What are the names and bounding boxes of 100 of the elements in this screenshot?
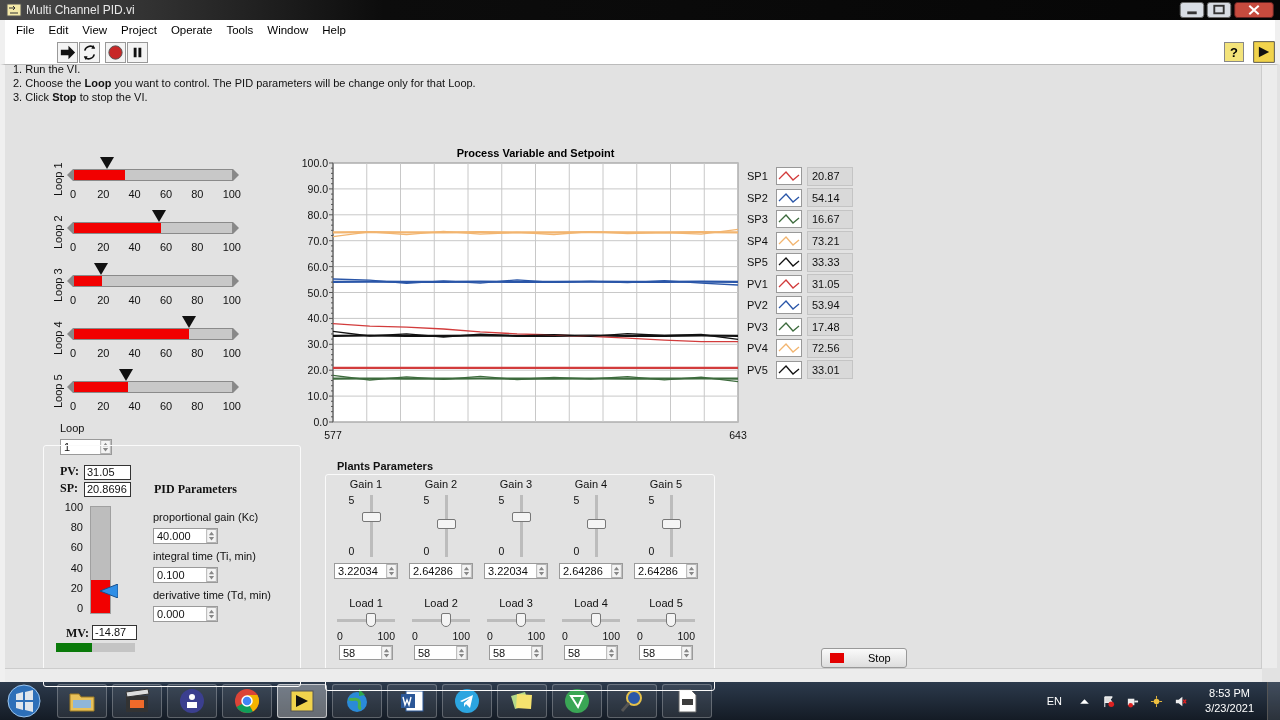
scale-label: 5	[423, 495, 430, 506]
scale-label: 80	[191, 186, 204, 200]
axis-label: 90.0	[307, 182, 328, 195]
legend-label: PV4	[747, 342, 769, 355]
scale-label: 0	[68, 292, 78, 306]
indicator-label: SP:	[60, 481, 78, 496]
reading-display: 16.67	[807, 209, 853, 229]
chart-title: Process Variable and Setpoint	[456, 147, 615, 159]
control-label: Load 1	[349, 596, 383, 610]
reading-display: 33.01	[807, 360, 853, 380]
scale-label: 5	[648, 495, 655, 506]
axis-label: 20.0	[307, 364, 328, 377]
scale-label: 0	[498, 546, 505, 557]
scale-label: 60	[159, 186, 173, 200]
scale-label: 80	[70, 521, 83, 534]
scale-label: 20	[97, 345, 110, 359]
scale-label: 20	[97, 292, 110, 306]
scale-label: 60	[159, 398, 173, 412]
slider-label: Loop 5	[52, 372, 64, 410]
scale-label: 0	[348, 546, 355, 557]
legend-label: SP3	[747, 213, 769, 226]
scale-label: 20	[97, 186, 110, 200]
control-label: Load 3	[499, 596, 533, 610]
scale-label: 60	[159, 239, 173, 253]
axis-label: 10.0	[307, 390, 328, 403]
indicator-display: -14.87	[92, 625, 137, 640]
axis-label: 50.0	[307, 286, 328, 299]
slider-label: Loop 2	[52, 213, 64, 251]
scale-label: 20	[97, 398, 110, 412]
scale-label: 0	[648, 546, 655, 557]
legend-label: SP1	[747, 170, 769, 183]
reading-display: 33.33	[807, 252, 853, 272]
scale-label: 100	[222, 239, 241, 253]
instruction-text: 2. Choose the Loop you want to control. The PID parameters will be change only for that Loop.	[13, 76, 476, 90]
scale-label: 0	[412, 631, 418, 642]
scale-label: 0	[573, 546, 580, 557]
indicator-label: MV:	[66, 626, 89, 641]
axis-label: 80.0	[307, 208, 328, 221]
control-label: Load 4	[574, 596, 608, 610]
scale-label: 100	[222, 186, 241, 200]
slider-label: Loop 3	[52, 266, 64, 304]
instruction-text: 1. Run the VI.	[13, 62, 82, 76]
control-label: derivative time (Td, min)	[153, 589, 271, 602]
control-label: Gain 3	[499, 477, 533, 491]
scale-label: 40	[128, 398, 141, 412]
scale-label: 40	[128, 345, 141, 359]
reading-display: 53.94	[807, 295, 853, 315]
reading-display: 20.87	[807, 166, 853, 186]
scale-label: 100	[64, 501, 83, 513]
scale-label: 40	[128, 186, 141, 200]
reading-display: 17.48	[807, 317, 853, 337]
indicator-display: 20.8696	[84, 482, 131, 497]
reading-display: 72.56	[807, 338, 853, 358]
axis-label: 30.0	[307, 338, 328, 351]
scale-label: 5	[498, 495, 505, 506]
axis-label: 643	[729, 429, 747, 441]
scale-label: 100	[377, 631, 395, 642]
scale-label: 60	[159, 292, 173, 306]
scale-label: 80	[191, 398, 204, 412]
scale-label: 100	[677, 631, 695, 642]
control-label: Loop	[60, 422, 85, 434]
scale-label: 100	[222, 398, 241, 412]
scale-label: 80	[191, 239, 204, 253]
legend-label: PV1	[747, 277, 769, 290]
scale-label: 0	[487, 631, 493, 642]
scale-label: 0	[337, 631, 343, 642]
scale-label: 100	[222, 292, 241, 306]
scale-label: 100	[527, 631, 545, 642]
reading-display: 31.05	[807, 274, 853, 294]
scale-label: 0	[68, 186, 78, 200]
indicator-label: PV:	[60, 464, 79, 479]
instruction-text: 3. Click Stop to stop the VI.	[13, 90, 149, 104]
scale-label: 0	[68, 239, 78, 253]
scale-label: 100	[452, 631, 470, 642]
control-label: Load 2	[424, 596, 458, 610]
scale-label: 40	[128, 239, 141, 253]
slider-label: Loop 1	[52, 160, 64, 198]
axis-label: 60.0	[307, 260, 328, 273]
control-label: integral time (Ti, min)	[153, 550, 256, 563]
scale-label: 0	[68, 345, 78, 359]
scale-label: 0	[68, 398, 78, 412]
control-label: Gain 1	[349, 477, 383, 491]
legend-label: SP5	[747, 256, 769, 269]
section-title: Plants Parameters	[337, 460, 433, 472]
legend-label: PV5	[747, 363, 769, 376]
slider-label: Loop 4	[52, 319, 64, 357]
scale-label: 40	[128, 292, 141, 306]
scale-label: 5	[573, 495, 580, 506]
scale-label: 100	[222, 345, 241, 359]
indicator-display: 31.05	[84, 465, 131, 480]
axis-label: 577	[324, 429, 342, 441]
axis-label: 100.0	[301, 157, 328, 169]
axis-label: 0.0	[313, 416, 328, 428]
scale-label: 100	[602, 631, 620, 642]
scale-label: 80	[191, 345, 204, 359]
scale-label: 80	[191, 292, 204, 306]
control-label: Gain 4	[574, 477, 608, 491]
scale-label: 60	[159, 345, 173, 359]
legend-label: SP2	[747, 191, 769, 204]
scale-label: 20	[70, 581, 83, 594]
